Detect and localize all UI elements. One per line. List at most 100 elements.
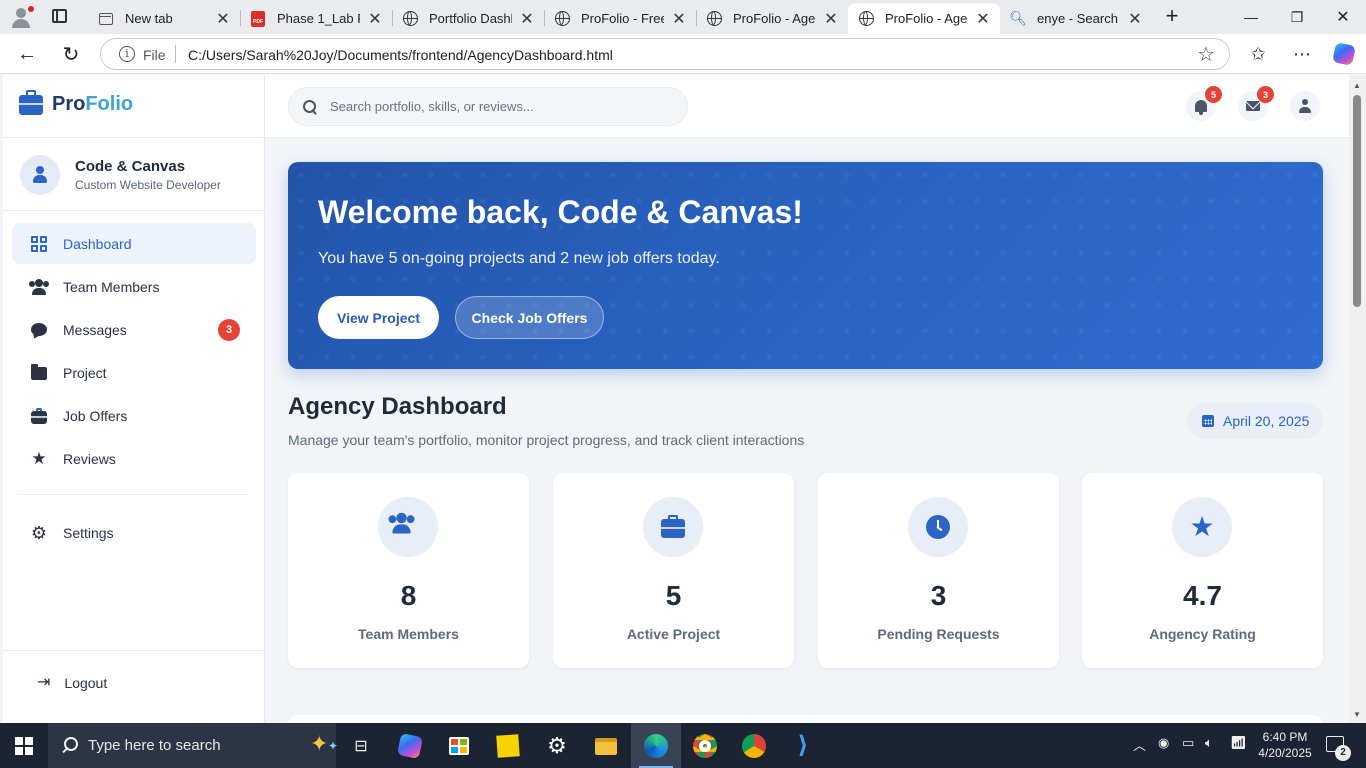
globe-icon — [858, 11, 874, 27]
sidebar-item-label: Settings — [63, 524, 114, 541]
browser-tab-portfolio-dashboard[interactable]: Portfolio Dashbo ✕ — [392, 3, 544, 34]
edge-browser-icon[interactable] — [631, 723, 681, 768]
sidebar-item-job-offers[interactable]: Job Offers — [12, 395, 256, 436]
task-view-icon[interactable]: ⊟ — [347, 732, 375, 760]
clock-date: 4/20/2025 — [1258, 746, 1312, 760]
messages-button[interactable]: 3 — [1238, 86, 1274, 121]
notification-count-badge: 2 — [1335, 745, 1351, 761]
sidebar-item-project[interactable]: Project — [12, 352, 256, 393]
taskbar-search-box[interactable]: Type here to search ✦ — [48, 723, 339, 768]
notifications-button[interactable]: 5 — [1186, 86, 1222, 121]
scrollbar-thumb[interactable] — [1353, 95, 1361, 307]
more-options-icon[interactable]: ⋯ — [1290, 42, 1314, 66]
sign-out-icon: ⇥ — [37, 674, 51, 691]
microsoft-store-icon[interactable] — [445, 732, 473, 760]
windows-taskbar: Type here to search ✦ ⊟ ⚙ ⟩ ︿ ◉ ▭ 🔈︎ 📶︎ … — [0, 723, 1366, 768]
messages-count-badge: 3 — [218, 319, 240, 341]
new-tab-button[interactable]: + — [1160, 4, 1184, 28]
browser-tab-strip: New tab ✕ PDF Phase 1_Lab Rep ✕ Portfoli… — [0, 0, 1366, 34]
logout-button[interactable]: ⇥ Logout — [37, 674, 107, 692]
refresh-button[interactable]: ↻ — [56, 40, 86, 68]
bell-icon — [1195, 100, 1207, 115]
url-text[interactable]: C:/Users/Sarah%20Joy/Documents/frontend/… — [188, 47, 613, 63]
sidebar-item-settings[interactable]: ⚙ Settings — [12, 512, 256, 553]
maximize-button[interactable]: ❐ — [1274, 0, 1320, 34]
check-job-offers-button[interactable]: Check Job Offers — [455, 296, 604, 339]
back-button[interactable]: ← — [12, 40, 42, 68]
windows-start-icon[interactable] — [15, 737, 33, 755]
briefcase-icon — [29, 407, 49, 425]
pdf-icon: PDF — [250, 10, 266, 27]
logo-text-pro: Pro — [52, 93, 86, 115]
browser-tab-search[interactable]: 🔍︎ enye - Search ✕ — [1000, 3, 1152, 34]
close-window-button[interactable]: ✕ — [1320, 0, 1366, 34]
welcome-subtitle: You have 5 on-going projects and 2 new j… — [318, 250, 720, 267]
browser-tab-profolio-agency-active[interactable]: ProFolio - Agenc ✕ — [848, 3, 1000, 34]
tray-wifi-icon[interactable]: 📶︎ — [1230, 735, 1247, 751]
tab-close-icon[interactable]: ✕ — [824, 9, 838, 29]
top-header: 5 3 — [265, 75, 1349, 138]
folder-icon — [29, 364, 49, 382]
browser-tab-profolio-freelancer[interactable]: ProFolio - Freelar ✕ — [544, 3, 696, 34]
sidebar-item-messages[interactable]: Messages 3 — [12, 309, 256, 350]
favorite-star-icon[interactable]: ☆ — [1197, 42, 1215, 67]
chrome-profile-icon[interactable] — [740, 732, 768, 760]
chrome-icon[interactable] — [691, 732, 719, 760]
stat-label: Angency Rating — [1149, 626, 1256, 642]
calendar-icon — [1202, 415, 1214, 427]
sidebar-item-team-members[interactable]: Team Members — [12, 266, 256, 307]
stat-label: Pending Requests — [877, 626, 1000, 642]
browser-tab-new-tab[interactable]: New tab ✕ — [88, 3, 240, 34]
tab-close-icon[interactable]: ✕ — [1128, 9, 1142, 29]
tab-title: Phase 1_Lab Rep — [277, 11, 360, 26]
vscode-icon[interactable]: ⟩ — [789, 732, 817, 760]
search-icon — [60, 737, 78, 755]
settings-gear-icon[interactable]: ⚙ — [543, 732, 571, 760]
star-icon: ★ — [1172, 497, 1232, 557]
tray-camera-icon[interactable]: ◉ — [1158, 735, 1169, 751]
browser-tab-profolio-agency[interactable]: ProFolio - Agenc ✕ — [696, 3, 848, 34]
scroll-up-icon[interactable]: ▲ — [1353, 81, 1361, 90]
file-explorer-icon[interactable] — [592, 732, 620, 760]
scroll-down-icon[interactable]: ▼ — [1353, 710, 1361, 719]
minimize-button[interactable]: — — [1228, 0, 1274, 34]
user-menu-button[interactable] — [1290, 91, 1320, 121]
profile-summary: Code & Canvas Custom Website Developer — [20, 155, 221, 195]
info-icon[interactable]: i — [119, 46, 135, 62]
tab-close-icon[interactable]: ✕ — [520, 9, 534, 29]
browser-profile-icon[interactable] — [8, 5, 34, 29]
copilot-app-icon[interactable] — [396, 732, 424, 760]
tab-close-icon[interactable]: ✕ — [976, 9, 990, 29]
copilot-icon[interactable] — [1332, 42, 1356, 66]
search-box[interactable] — [288, 87, 688, 126]
url-field[interactable]: i File C:/Users/Sarah%20Joy/Documents/fr… — [100, 38, 1230, 70]
tab-title: ProFolio - Freelar — [581, 11, 664, 26]
dashboard-grid-icon — [29, 235, 49, 253]
tray-battery-icon[interactable]: ▭ — [1182, 735, 1194, 751]
page-subtitle: Manage your team's portfolio, monitor pr… — [288, 432, 805, 448]
logo[interactable]: ProFolio — [19, 90, 133, 116]
favorites-icon[interactable]: ✩ — [1246, 42, 1270, 66]
tab-close-icon[interactable]: ✕ — [368, 9, 382, 29]
gear-icon: ⚙ — [30, 522, 48, 543]
sidebar-item-label: Messages — [63, 321, 127, 338]
system-clock[interactable]: 6:40 PM 4/20/2025 — [1254, 729, 1316, 761]
sidebar-item-reviews[interactable]: ★ Reviews — [12, 438, 256, 479]
sidebar-item-label: Project — [63, 364, 107, 381]
messages-badge: 3 — [1257, 86, 1274, 103]
users-icon — [29, 278, 49, 296]
tray-volume-icon[interactable]: 🔈︎ — [1205, 735, 1213, 751]
browser-tab-lab-report[interactable]: PDF Phase 1_Lab Rep ✕ — [240, 3, 392, 34]
search-input[interactable] — [330, 99, 670, 114]
tab-title: ProFolio - Agenc — [885, 11, 968, 26]
tab-actions-icon[interactable] — [52, 9, 67, 23]
taskbar-search-placeholder: Type here to search — [88, 737, 221, 754]
address-bar: ← ↻ i File C:/Users/Sarah%20Joy/Document… — [0, 34, 1366, 74]
sidebar-item-dashboard[interactable]: Dashboard — [12, 223, 256, 264]
view-project-button[interactable]: View Project — [318, 296, 439, 339]
tab-close-icon[interactable]: ✕ — [672, 9, 686, 29]
tab-close-icon[interactable]: ✕ — [216, 9, 230, 29]
tray-chevron-icon[interactable]: ︿ — [1133, 735, 1146, 754]
page-scrollbar[interactable]: ▲ ▼ — [1349, 75, 1366, 723]
sticky-notes-icon[interactable] — [494, 732, 522, 760]
